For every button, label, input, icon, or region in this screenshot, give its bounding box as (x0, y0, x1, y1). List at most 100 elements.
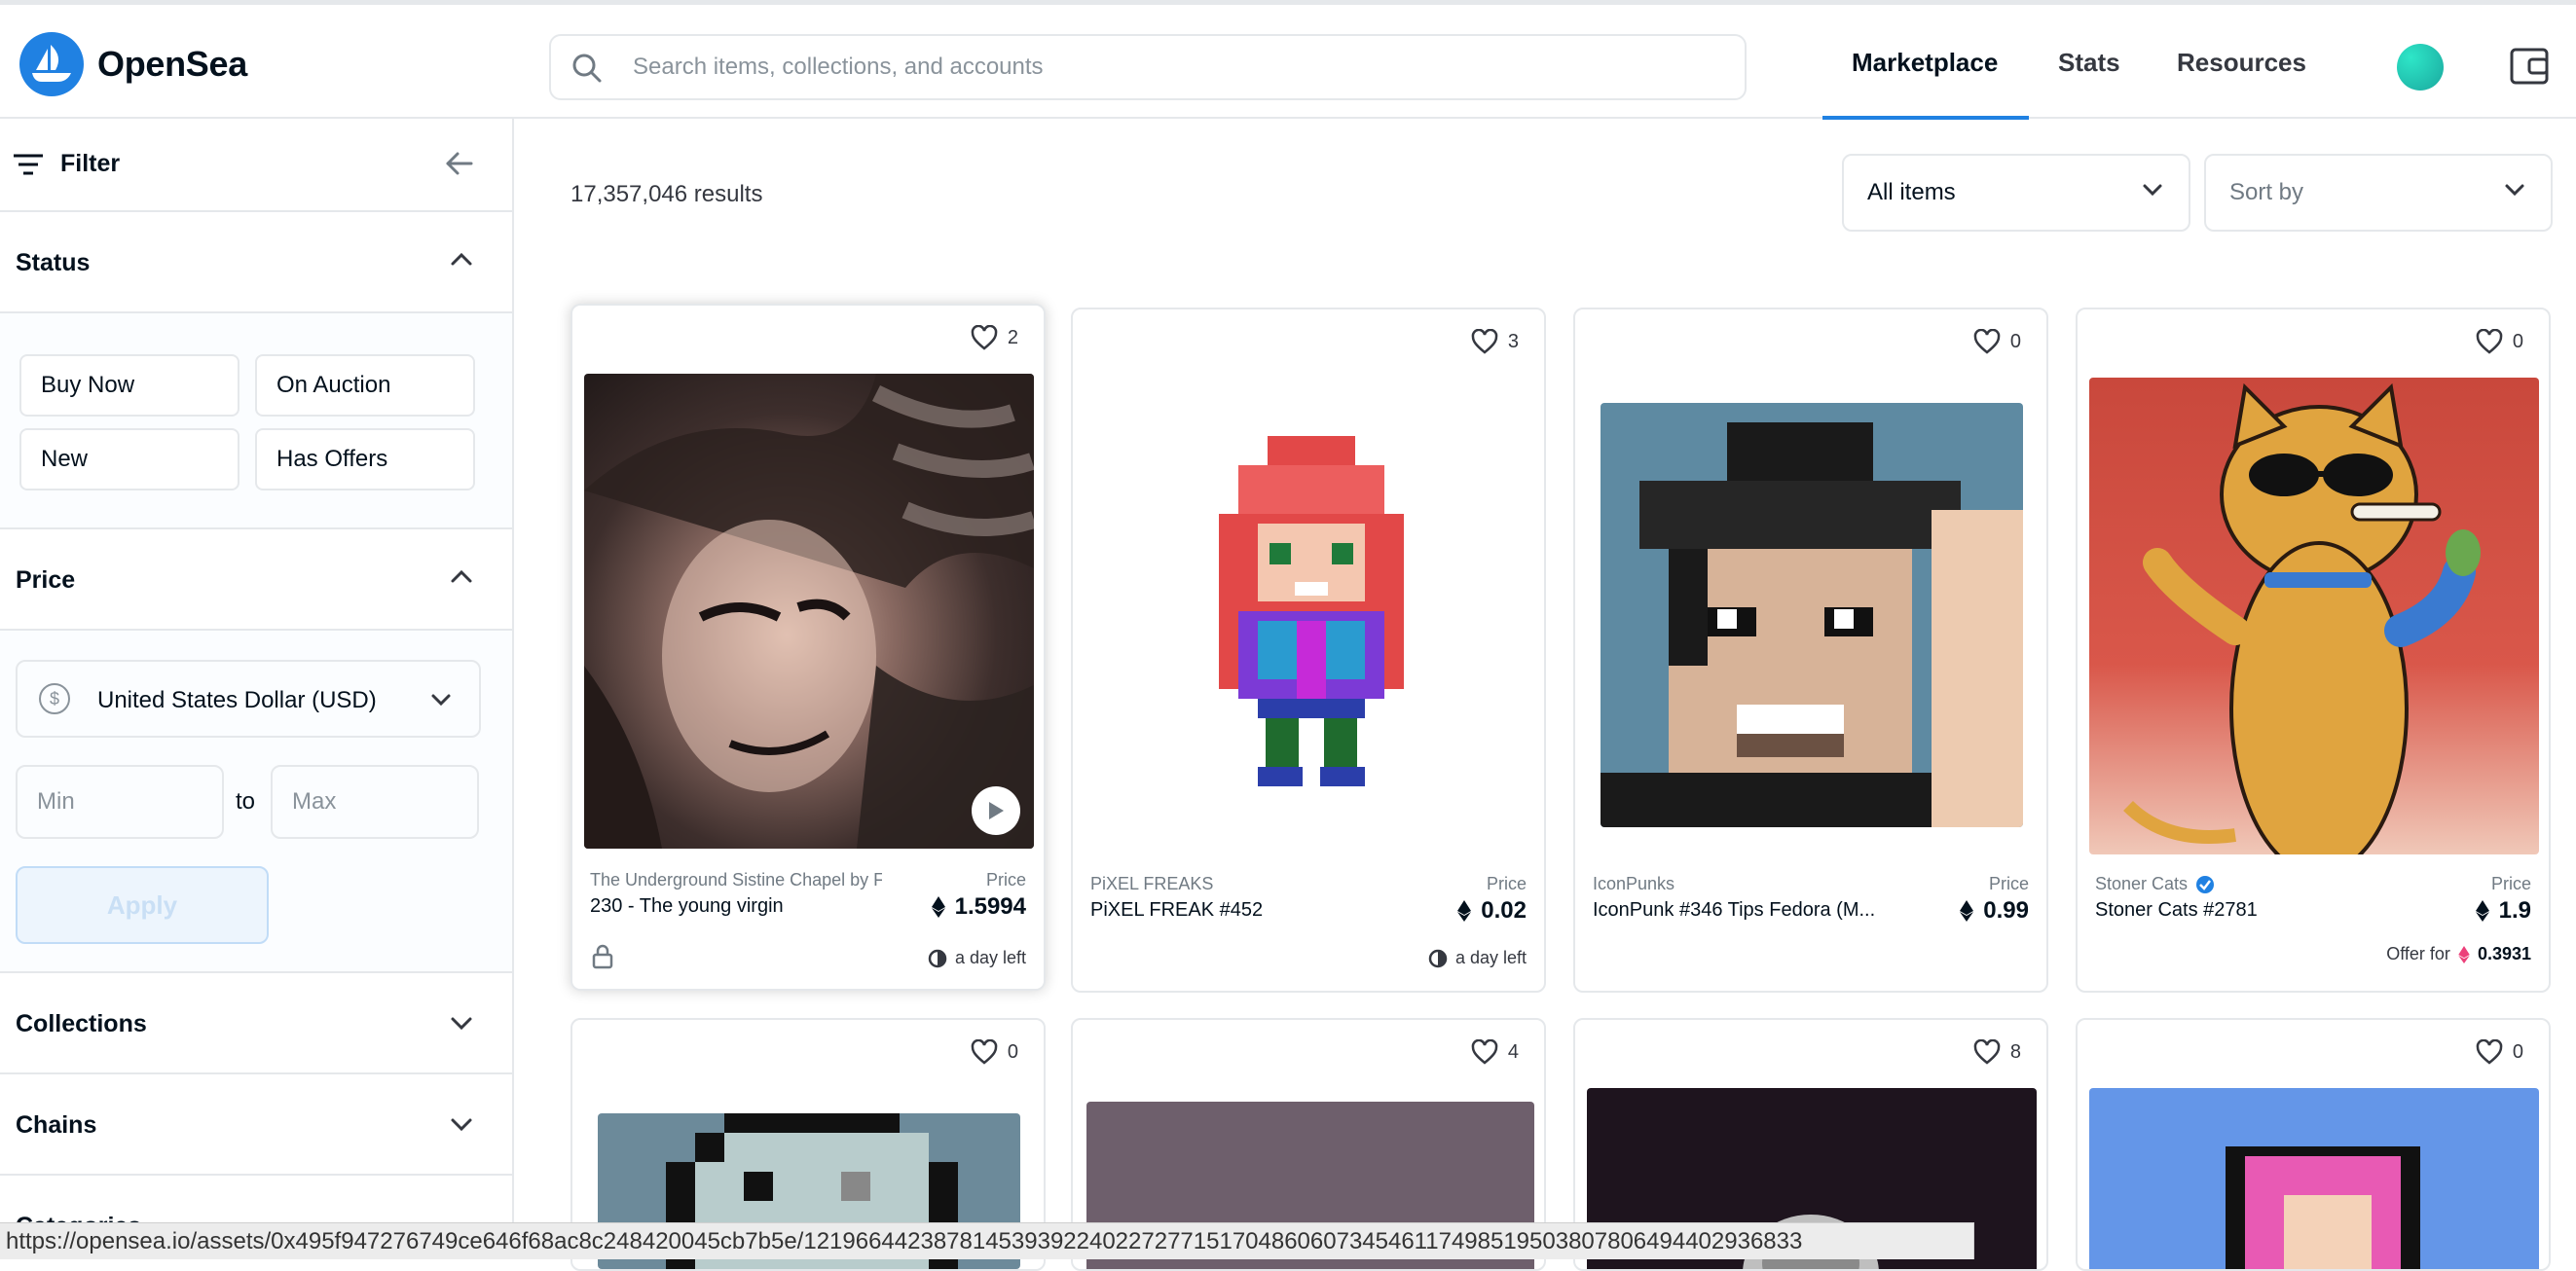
on-auction-button[interactable]: On Auction (255, 354, 475, 417)
buy-now-button[interactable]: Buy Now (19, 354, 239, 417)
nft-name: 230 - The young virgin (590, 895, 784, 917)
collapse-sidebar-icon[interactable] (444, 148, 475, 179)
nft-image[interactable] (584, 374, 1034, 849)
chevron-up-icon (451, 252, 472, 266)
favorite-count[interactable]: 4 (1471, 1039, 1519, 1065)
price-max-input[interactable]: Max (271, 765, 479, 839)
nft-image[interactable] (2089, 1088, 2539, 1269)
nft-name: PiXEL FREAK #452 (1090, 899, 1264, 921)
collection-name[interactable]: The Underground Sistine Chapel by F (590, 870, 882, 890)
chains-section-header[interactable]: Chains (0, 1074, 512, 1176)
favorite-count[interactable]: 3 (1471, 329, 1519, 354)
play-icon (989, 802, 1004, 819)
heart-icon (1973, 329, 2001, 354)
status-options: Buy Now On Auction New Has Offers (0, 313, 512, 529)
heart-icon (1471, 329, 1498, 354)
items-filter-label: All items (1867, 179, 1956, 205)
apply-price-button[interactable]: Apply (16, 866, 269, 944)
collection-name[interactable]: Stoner Cats (2095, 874, 2215, 894)
has-offers-button[interactable]: Has Offers (255, 428, 475, 490)
price-label: Price (985, 870, 1026, 890)
clock-icon (928, 949, 947, 967)
favorite-count[interactable]: 8 (1973, 1039, 2021, 1065)
heart-icon (971, 325, 998, 350)
nft-price: 0.99 (1960, 897, 2029, 925)
favorite-count[interactable]: 0 (2476, 1039, 2523, 1065)
chevron-up-icon (451, 569, 472, 583)
brand-name[interactable]: OpenSea (97, 44, 247, 85)
nft-card[interactable]: 0 IconPunks IconPunk #346 Tips Fedora (M… (1573, 308, 2048, 993)
dollar-icon: $ (39, 683, 70, 714)
favorite-count[interactable]: 0 (1973, 329, 2021, 354)
currency-select[interactable]: $ United States Dollar (USD) (16, 660, 481, 738)
price-label: Price (1988, 874, 2029, 893)
nft-image[interactable] (2089, 378, 2539, 854)
eth-icon (1457, 900, 1472, 922)
sort-dropdown[interactable]: Sort by (2204, 154, 2553, 232)
chevron-down-icon (451, 1017, 472, 1031)
eth-icon (2475, 900, 2489, 922)
nft-image[interactable] (1199, 426, 1423, 806)
verified-badge-icon (2196, 875, 2215, 893)
search-icon (572, 54, 602, 83)
heart-icon (971, 1039, 998, 1065)
nft-card[interactable]: 2 The Underground Sistine Chapel by F 23… (570, 304, 1046, 991)
wallet-icon[interactable] (2510, 48, 2549, 85)
chevron-down-icon (2505, 184, 2524, 197)
favorite-count[interactable]: 0 (2476, 329, 2523, 354)
profile-avatar[interactable] (2397, 44, 2444, 91)
collections-section-header[interactable]: Collections (0, 973, 512, 1074)
collection-name[interactable]: IconPunks (1593, 874, 1674, 894)
filter-icon (14, 154, 43, 175)
results-count: 17,357,046 results (570, 181, 763, 207)
pixel-punk-art (1601, 422, 2023, 827)
pixel-character-art (1219, 436, 1404, 786)
favorite-count[interactable]: 0 (971, 1039, 1018, 1065)
nft-card[interactable]: 0 (2076, 1018, 2551, 1271)
price-title: Price (16, 566, 76, 594)
heart-icon (2476, 1039, 2503, 1065)
top-header: OpenSea Marketplace Stats Resources (0, 0, 2576, 120)
nft-card[interactable]: 3 PiXEL FREAKS PiXEL FREAK #452 Price 0.… (1071, 308, 1546, 993)
price-min-input[interactable]: Min (16, 765, 224, 839)
price-section-header[interactable]: Price (0, 529, 512, 631)
play-button[interactable] (972, 786, 1020, 835)
sort-label: Sort by (2229, 179, 2304, 205)
nft-card[interactable]: 0 Stoner Cats Stoner Cats #2781 Price 1.… (2076, 308, 2551, 993)
best-offer: Offer for 0.3931 (2386, 944, 2531, 963)
filter-sidebar: Filter Status Buy Now On Auction New Has… (0, 119, 514, 1259)
nav-resources[interactable]: Resources (2177, 48, 2306, 78)
filter-title: Filter (60, 150, 121, 177)
collection-name[interactable]: PiXEL FREAKS (1090, 874, 1213, 894)
chevron-down-icon (431, 694, 451, 707)
pixel-art (2226, 1146, 2420, 1269)
collections-title: Collections (16, 1010, 147, 1037)
nav-stats[interactable]: Stats (2058, 48, 2120, 78)
new-button[interactable]: New (19, 428, 239, 490)
favorite-count[interactable]: 2 (971, 325, 1018, 350)
search-bar[interactable] (549, 34, 1747, 100)
status-section-header[interactable]: Status (0, 212, 512, 313)
weth-icon (2458, 945, 2470, 963)
items-filter-dropdown[interactable]: All items (1842, 154, 2190, 232)
nft-image[interactable] (1601, 403, 2023, 827)
heart-icon (1471, 1039, 1498, 1065)
price-label: Price (1486, 874, 1527, 893)
eth-icon (931, 896, 945, 918)
currency-label: United States Dollar (USD) (97, 687, 377, 713)
nav-active-underline (1822, 116, 2029, 120)
chevron-down-icon (2143, 184, 2162, 197)
auction-time-left: a day left (928, 948, 1026, 968)
price-range-to-label: to (236, 788, 256, 815)
nav-marketplace[interactable]: Marketplace (1852, 48, 1998, 78)
chevron-down-icon (451, 1118, 472, 1132)
opensea-logo-icon[interactable] (19, 32, 84, 96)
nft-price: 1.5994 (931, 893, 1026, 921)
link-status-bar: https://opensea.io/assets/0x495f94727674… (0, 1222, 1974, 1259)
search-input[interactable] (633, 36, 1723, 98)
nft-price: 1.9 (2475, 897, 2531, 925)
artwork-portrait (584, 374, 1034, 849)
eth-icon (1960, 900, 1974, 922)
nft-name: Stoner Cats #2781 (2095, 899, 2258, 921)
auction-time-left: a day left (1428, 948, 1527, 968)
